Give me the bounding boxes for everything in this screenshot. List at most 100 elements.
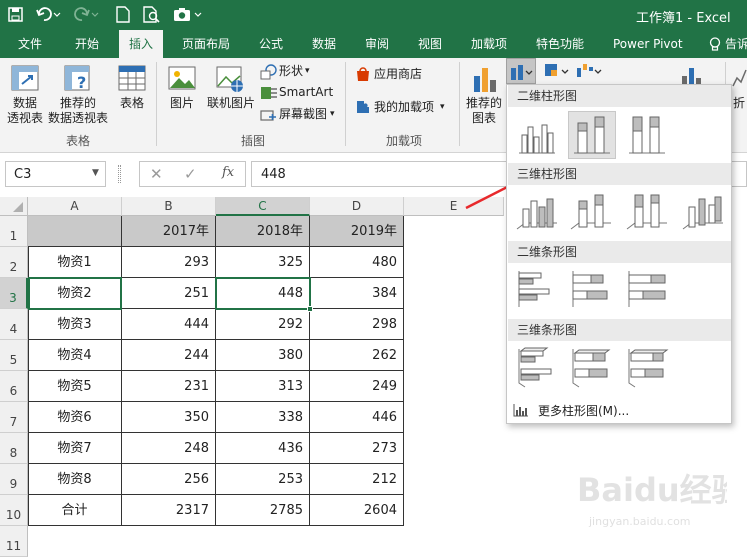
table-cell[interactable]: 244 <box>122 340 216 371</box>
table-cell[interactable]: 物资8 <box>28 464 122 495</box>
table-cell[interactable]: 物资7 <box>28 433 122 464</box>
row-header-5[interactable]: 5 <box>0 340 28 371</box>
table-cell[interactable]: 物资3 <box>28 309 122 340</box>
table-cell[interactable]: 338 <box>216 402 310 433</box>
table-cell[interactable]: 293 <box>122 247 216 278</box>
line-sparkline-icon[interactable] <box>732 64 747 94</box>
table-cell[interactable]: 273 <box>310 433 404 464</box>
row-header-6[interactable]: 6 <box>0 371 28 402</box>
table-cell[interactable]: 231 <box>122 371 216 402</box>
waterfall-chart-icon[interactable] <box>575 62 603 80</box>
tab-file[interactable]: 文件 <box>18 30 42 58</box>
table-cell[interactable]: 384 <box>310 278 404 309</box>
table-cell[interactable]: 249 <box>310 371 404 402</box>
fill-handle[interactable] <box>307 306 313 312</box>
tab-power-pivot[interactable]: Power Pivot <box>613 30 683 58</box>
3d-stacked-bar-icon[interactable] <box>569 345 613 389</box>
table-cell[interactable]: 325 <box>216 247 310 278</box>
row-header-2[interactable]: 2 <box>0 247 28 278</box>
table-cell[interactable]: 436 <box>216 433 310 464</box>
row-header-8[interactable]: 8 <box>0 433 28 464</box>
table-cell[interactable]: 480 <box>310 247 404 278</box>
ribbon-separator <box>459 62 460 146</box>
column-header-c[interactable]: C <box>216 197 310 216</box>
100-stacked-column-icon[interactable] <box>625 113 669 157</box>
table-cell[interactable]: 380 <box>216 340 310 371</box>
new-document-icon[interactable] <box>116 6 130 23</box>
table-cell[interactable]: 298 <box>310 309 404 340</box>
stacked-column-highlight[interactable] <box>568 111 616 159</box>
table-header-cell[interactable]: 2017年 <box>122 216 216 247</box>
table-cell[interactable]: 262 <box>310 340 404 371</box>
tell-me-label[interactable]: 告诉 <box>725 30 747 58</box>
3d-stacked-column-icon[interactable] <box>569 189 613 233</box>
table-cell[interactable]: 248 <box>122 433 216 464</box>
table-cell[interactable]: 350 <box>122 402 216 433</box>
shapes-label: 形状 <box>279 64 304 78</box>
tab-page-layout[interactable]: 页面布局 <box>182 30 230 58</box>
print-preview-icon[interactable] <box>143 6 161 23</box>
name-box-chevron-icon[interactable]: ▼ <box>92 168 99 178</box>
3d-100-stacked-column-icon[interactable] <box>625 189 669 233</box>
row-header-11[interactable]: 11 <box>0 526 28 557</box>
table-cell[interactable]: 物资4 <box>28 340 122 371</box>
tab-addins[interactable]: 加载项 <box>471 30 507 58</box>
save-icon[interactable] <box>8 7 24 23</box>
table-total-cell[interactable]: 合计 <box>28 495 122 526</box>
clustered-bar-icon[interactable] <box>515 267 559 311</box>
cancel-icon[interactable]: ✕ <box>150 165 163 183</box>
formula-bar-resize-handle[interactable] <box>118 165 121 183</box>
3d-100-stacked-bar-icon[interactable] <box>625 345 669 389</box>
3d-column-icon[interactable] <box>681 189 725 233</box>
select-all-corner[interactable] <box>0 197 28 216</box>
tab-featured[interactable]: 特色功能 <box>536 30 584 58</box>
column-header-b[interactable]: B <box>122 197 216 216</box>
table-total-cell[interactable]: 2604 <box>310 495 404 526</box>
table-cell[interactable]: 444 <box>122 309 216 340</box>
table-cell[interactable]: 物资1 <box>28 247 122 278</box>
column-chart-button[interactable] <box>506 58 536 84</box>
row-header-10[interactable]: 10 <box>0 495 28 526</box>
row-header-1[interactable]: 1 <box>0 216 28 247</box>
table-cell[interactable]: 物资6 <box>28 402 122 433</box>
table-cell[interactable]: 251 <box>122 278 216 309</box>
table-cell[interactable]: 313 <box>216 371 310 402</box>
hierarchy-chart-icon[interactable] <box>543 62 571 80</box>
tab-formulas[interactable]: 公式 <box>259 30 283 58</box>
camera-icon[interactable] <box>173 7 203 22</box>
insert-function-icon[interactable]: fx <box>222 165 234 180</box>
row-header-7[interactable]: 7 <box>0 402 28 433</box>
tab-view[interactable]: 视图 <box>418 30 442 58</box>
table-cell[interactable]: 物资5 <box>28 371 122 402</box>
table-header-cell[interactable]: 2019年 <box>310 216 404 247</box>
row-header-3[interactable]: 3 <box>0 278 28 309</box>
tab-insert[interactable]: 插入 <box>119 30 164 58</box>
3d-clustered-bar-icon[interactable] <box>515 345 559 389</box>
table-cell[interactable]: 256 <box>122 464 216 495</box>
table-cell[interactable]: 253 <box>216 464 310 495</box>
stacked-bar-icon[interactable] <box>569 267 613 311</box>
row-header-9[interactable]: 9 <box>0 464 28 495</box>
tab-home[interactable]: 开始 <box>75 30 99 58</box>
table-cell[interactable]: 212 <box>310 464 404 495</box>
column-header-a[interactable]: A <box>28 197 122 216</box>
table-cell[interactable]: 292 <box>216 309 310 340</box>
tab-review[interactable]: 审阅 <box>365 30 389 58</box>
row-header-4[interactable]: 4 <box>0 309 28 340</box>
name-box[interactable]: C3 ▼ <box>5 161 106 187</box>
100-stacked-bar-icon[interactable] <box>625 267 669 311</box>
table-cell[interactable]: 446 <box>310 402 404 433</box>
title-bar: 工作簿1 - Excel <box>0 0 747 30</box>
column-header-d[interactable]: D <box>310 197 404 216</box>
3d-clustered-column-icon[interactable] <box>515 189 559 233</box>
redo-icon[interactable] <box>74 7 100 23</box>
tab-data[interactable]: 数据 <box>312 30 336 58</box>
clustered-column-icon[interactable] <box>515 113 559 157</box>
enter-icon[interactable]: ✓ <box>184 165 197 183</box>
table-total-cell[interactable]: 2317 <box>122 495 216 526</box>
more-column-charts-item[interactable]: 更多柱形图(M)... <box>507 397 731 423</box>
table-header-cell[interactable]: 2018年 <box>216 216 310 247</box>
table-total-cell[interactable]: 2785 <box>216 495 310 526</box>
table-header-cell[interactable] <box>28 216 122 247</box>
undo-icon[interactable] <box>36 7 62 23</box>
